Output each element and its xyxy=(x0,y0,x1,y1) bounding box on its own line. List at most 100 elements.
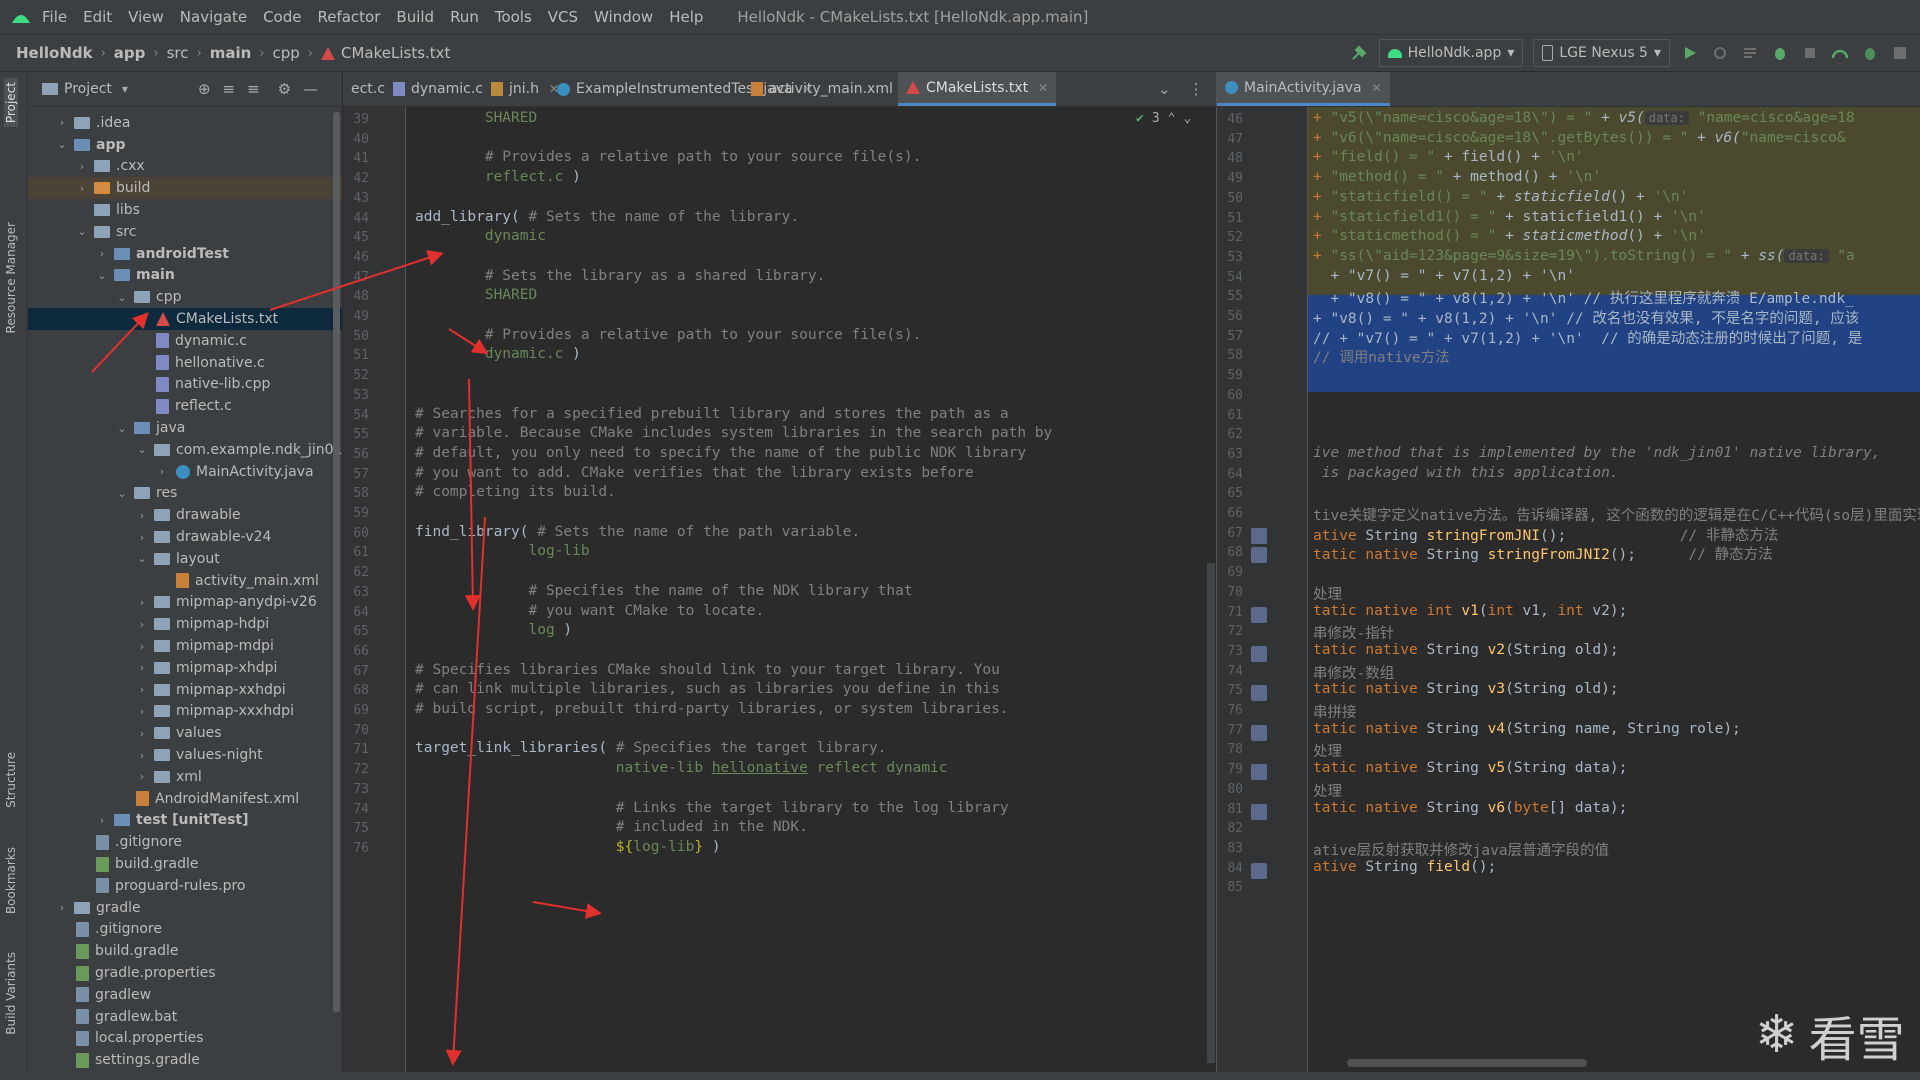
chevron-down-icon[interactable]: ⌄ xyxy=(116,487,128,500)
tree-item[interactable]: › .cxx xyxy=(28,156,342,178)
chevron-right-icon[interactable]: › xyxy=(136,683,148,696)
chevron-right-icon[interactable]: › xyxy=(136,661,148,674)
tool-window-build-variants[interactable]: Build Variants xyxy=(4,952,18,1035)
chevron-right-icon[interactable]: › xyxy=(136,770,148,783)
tool-window-project[interactable]: Project xyxy=(4,78,18,128)
breadcrumb-cpp[interactable]: cpp xyxy=(273,44,300,62)
tree-item[interactable]: › androidTest xyxy=(28,243,342,265)
tree-item[interactable]: › test [unitTest] xyxy=(28,810,342,832)
tree-item[interactable]: › .idea xyxy=(28,112,342,134)
expand-all-icon[interactable]: ≡ xyxy=(223,80,236,98)
chevron-down-icon[interactable]: ⌄ xyxy=(136,443,148,456)
breadcrumb-src[interactable]: src xyxy=(167,44,189,62)
dropdown-arrow-icon[interactable]: ▾ xyxy=(122,82,128,96)
tool-window-resource-manager[interactable]: Resource Manager xyxy=(4,222,18,333)
debug-icon[interactable] xyxy=(1770,43,1790,63)
chevron-right-icon[interactable]: › xyxy=(136,705,148,718)
tree-item[interactable]: ⌄ src xyxy=(28,221,342,243)
menu-view[interactable]: View xyxy=(128,8,164,26)
tree-item[interactable]: gradle.properties xyxy=(28,962,342,984)
locate-icon[interactable]: ⊕ xyxy=(198,80,211,98)
tree-item[interactable]: › mipmap-xxxhdpi xyxy=(28,701,342,723)
hammer-icon[interactable] xyxy=(1349,43,1369,63)
tree-item[interactable]: › build xyxy=(28,177,342,200)
tree-item[interactable]: › xml xyxy=(28,766,342,788)
tree-item[interactable]: settings.gradle xyxy=(28,1049,342,1071)
menu-vcs[interactable]: VCS xyxy=(548,8,578,26)
tree-item[interactable]: › drawable-v24 xyxy=(28,526,342,548)
editor-cmakelists[interactable]: 39 40 41 42 43 44 45 46 47 48 49 50 51 52 53 54 55 56 57 58… xyxy=(343,107,1203,1072)
tree-item[interactable]: activity_main.xml xyxy=(28,570,342,592)
menu-run[interactable]: Run xyxy=(450,8,479,26)
close-icon[interactable]: ✕ xyxy=(1038,81,1048,95)
tree-item[interactable]: › drawable xyxy=(28,504,342,526)
tree-item[interactable]: › MainActivity.java xyxy=(28,461,342,483)
tree-item[interactable]: build.gradle xyxy=(28,853,342,875)
tree-item[interactable]: ⌄ layout xyxy=(28,548,342,570)
menu-code[interactable]: Code xyxy=(263,8,301,26)
tree-item[interactable]: proguard-rules.pro xyxy=(28,875,342,897)
tree-item[interactable]: .gitignore xyxy=(28,831,342,853)
chevron-down-icon[interactable]: ⌄ xyxy=(116,422,128,435)
chevron-down-icon[interactable]: ⌄ xyxy=(56,138,68,151)
tree-item[interactable]: dynamic.c xyxy=(28,330,342,352)
tree-item[interactable]: › gradle xyxy=(28,897,342,919)
tree-item[interactable]: ⌄ java xyxy=(28,417,342,439)
project-view-select[interactable]: Project xyxy=(64,81,112,97)
tree-item[interactable]: › mipmap-mdpi xyxy=(28,635,342,657)
menu-build[interactable]: Build xyxy=(396,8,434,26)
chevron-right-icon[interactable]: › xyxy=(156,465,168,478)
tree-item[interactable]: build.gradle xyxy=(28,940,342,962)
chevron-down-icon[interactable]: ⌄ xyxy=(136,552,148,565)
menu-help[interactable]: Help xyxy=(669,8,703,26)
tool-window-bookmarks[interactable]: Bookmarks xyxy=(4,847,18,914)
coverage-icon[interactable] xyxy=(1800,43,1820,63)
chevron-down-icon[interactable]: ⌄ xyxy=(116,291,128,304)
editor-mainactivity[interactable]: 46 47 48 49 50 51 52 53 54 55 56 57 58 59 60 61 62 63 64 65… xyxy=(1216,107,1920,1072)
horizontal-scrollbar[interactable] xyxy=(1347,1059,1587,1067)
tree-item[interactable]: ⌄ res xyxy=(28,483,342,505)
tree-item[interactable]: libs xyxy=(28,199,342,221)
run-icon[interactable] xyxy=(1680,43,1700,63)
tree-item[interactable]: hellonative.c xyxy=(28,352,342,374)
project-scrollbar[interactable] xyxy=(333,112,340,1012)
chevron-right-icon[interactable]: › xyxy=(136,618,148,631)
device-select[interactable]: LGE Nexus 5 ▾ xyxy=(1533,39,1670,67)
chevron-down-icon[interactable]: ⌄ xyxy=(96,269,108,282)
tree-item[interactable]: › mipmap-hdpi xyxy=(28,613,342,635)
chevron-down-icon[interactable]: ⌄ xyxy=(1158,80,1171,98)
chevron-right-icon[interactable]: › xyxy=(136,727,148,740)
menu-file[interactable]: File xyxy=(42,8,67,26)
chevron-right-icon[interactable]: › xyxy=(76,160,88,173)
tab-cmakelists-txt[interactable]: CMakeLists.txt ✕ xyxy=(898,72,1057,106)
menu-tools[interactable]: Tools xyxy=(495,8,532,26)
breadcrumb-project[interactable]: HelloNdk xyxy=(16,44,93,62)
gear-icon[interactable]: ⚙ xyxy=(278,80,291,98)
more-icon[interactable]: ⋮ xyxy=(1189,80,1204,98)
chevron-right-icon[interactable]: › xyxy=(76,182,88,195)
chevron-right-icon[interactable]: › xyxy=(56,116,68,129)
run-config-select[interactable]: HelloNdk.app ▾ xyxy=(1378,39,1524,67)
tab-mainactivity[interactable]: MainActivity.java ✕ xyxy=(1217,72,1390,106)
tree-item[interactable]: gradlew.bat xyxy=(28,1006,342,1028)
tree-item[interactable]: › mipmap-xxhdpi xyxy=(28,679,342,701)
profiler-icon[interactable] xyxy=(1830,43,1850,63)
tree-item[interactable]: ⌄ com.example.ndk_jin01 xyxy=(28,439,342,461)
menu-edit[interactable]: Edit xyxy=(83,8,112,26)
chevron-right-icon[interactable]: › xyxy=(136,531,148,544)
chevron-right-icon[interactable]: › xyxy=(136,640,148,653)
tree-item[interactable]: CMakeLists.txt xyxy=(28,308,342,330)
chevron-right-icon[interactable]: › xyxy=(56,901,68,914)
menu-refactor[interactable]: Refactor xyxy=(317,8,380,26)
breadcrumb-app[interactable]: app xyxy=(114,44,146,62)
tree-item[interactable]: AndroidManifest.xml xyxy=(28,788,342,810)
chevron-right-icon[interactable]: › xyxy=(136,749,148,762)
attach-debugger-icon[interactable] xyxy=(1860,43,1880,63)
chevron-right-icon[interactable]: › xyxy=(96,247,108,260)
rerun-icon[interactable] xyxy=(1710,43,1730,63)
tree-item[interactable]: ⌄ cpp xyxy=(28,286,342,308)
tree-item[interactable]: › values xyxy=(28,722,342,744)
editor-scrollbar[interactable] xyxy=(1207,563,1215,1063)
apply-changes-icon[interactable] xyxy=(1740,43,1760,63)
tree-item[interactable]: › values-night xyxy=(28,744,342,766)
